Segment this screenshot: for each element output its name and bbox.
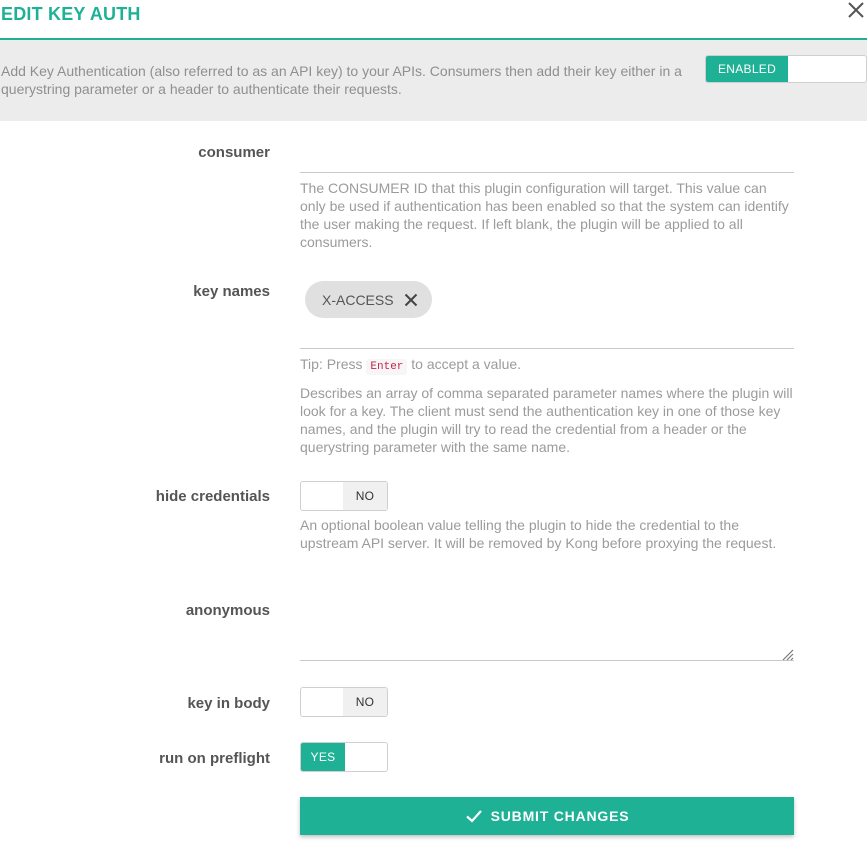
close-button[interactable]: [847, 1, 867, 21]
key-names-input[interactable]: [300, 348, 794, 349]
hide-credentials-help: An optional boolean value telling the pl…: [300, 517, 777, 551]
resize-handle-icon[interactable]: [780, 647, 794, 661]
key-names-tip: Tip: Press Enter to accept a value.: [300, 355, 794, 376]
close-icon[interactable]: [404, 293, 418, 307]
chip-label: X-ACCESS: [322, 291, 394, 308]
dialog-title: EDIT KEY AUTH: [1, 4, 141, 24]
hide-credentials-label: hide credentials: [155, 488, 270, 505]
anonymous-label: anonymous: [185, 602, 270, 619]
key-in-body-toggle[interactable]: NO: [300, 687, 388, 717]
run-on-preflight-label: run on preflight: [159, 750, 270, 767]
enabled-toggle-label: ENABLED: [706, 56, 788, 82]
close-icon[interactable]: [847, 1, 865, 19]
enabled-toggle[interactable]: ENABLED: [705, 55, 867, 83]
hide-credentials-toggle[interactable]: NO: [300, 481, 388, 511]
dialog-header: EDIT KEY AUTH: [0, 0, 867, 40]
key-name-chip: X-ACCESS: [305, 281, 432, 318]
consumer-label: consumer: [198, 144, 270, 161]
toggle-state: YES: [301, 743, 345, 771]
tip-prefix: Tip: Press: [300, 356, 363, 372]
key-names-help: Describes an array of comma separated pa…: [300, 385, 793, 455]
check-icon: [465, 810, 482, 823]
plugin-info-bar: Add Key Authentication (also referred to…: [0, 40, 867, 121]
tip-suffix: to accept a value.: [411, 356, 522, 372]
toggle-state: NO: [343, 688, 387, 716]
enter-key-code: Enter: [366, 359, 408, 375]
plugin-description: Add Key Authentication (also referred to…: [1, 63, 682, 97]
consumer-input[interactable]: [300, 140, 794, 173]
submit-button[interactable]: SUBMIT CHANGES: [300, 797, 794, 835]
anonymous-textarea[interactable]: [300, 593, 794, 661]
submit-label: SUBMIT CHANGES: [490, 808, 630, 824]
consumer-help: The CONSUMER ID that this plugin configu…: [300, 180, 789, 250]
toggle-state: NO: [343, 482, 387, 510]
key-in-body-label: key in body: [187, 695, 270, 712]
run-on-preflight-toggle[interactable]: YES: [300, 742, 388, 772]
key-names-label: key names: [193, 283, 270, 300]
